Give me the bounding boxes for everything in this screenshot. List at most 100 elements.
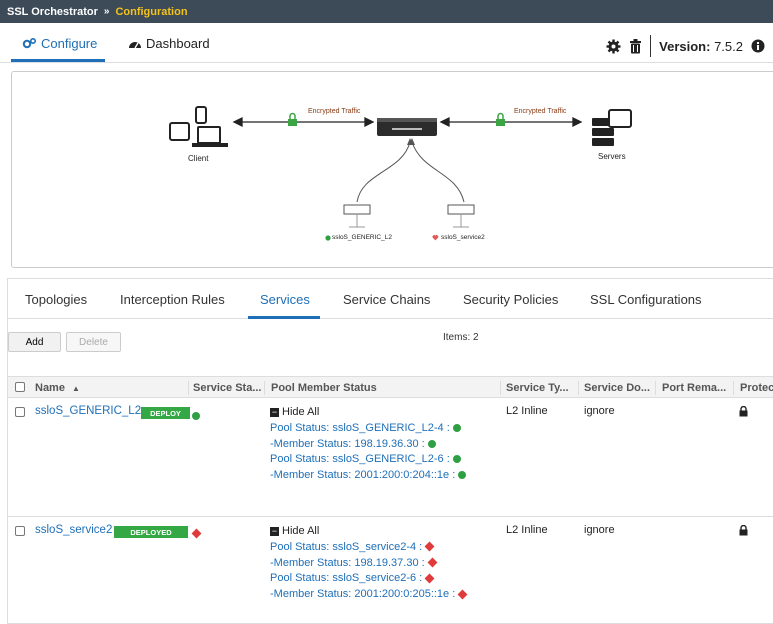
delete-button[interactable]: Delete [66,332,121,352]
tab-service-chains[interactable]: Service Chains [343,292,430,307]
active-tab-indicator [11,59,105,62]
lock-left-icon [288,112,297,126]
member-status-text: -Member Status: 2001:200:0:205::1e : [270,588,456,601]
table-row[interactable]: ssloS_GENERIC_L2 DEPLOY − Hide All Pool … [8,398,773,517]
member-status-line: -Member Status: 198.19.36.30 : [270,437,466,453]
col-divider [188,381,189,395]
pool-status-text: Pool Status: ssloS_service2-4 : [270,540,423,553]
tab-configure[interactable]: Configure [22,36,97,51]
row-checkbox[interactable] [15,407,25,417]
main-header: Configure Dashboard Version: 7.5.2 [0,23,773,63]
hide-all-toggle[interactable]: − Hide All [270,405,466,421]
col-divider [500,381,501,395]
select-all-checkbox[interactable] [15,382,25,392]
service-type: L2 Inline [506,405,548,417]
lock-icon [739,406,748,417]
lock-right-icon [496,112,505,126]
service1-status-dot [325,235,331,241]
dashboard-icon [129,41,141,48]
member-status-text: -Member Status: 198.19.37.30 : [270,556,425,569]
status-badge: DEPLOYED [114,526,188,538]
pool-status-line: Pool Status: ssloS_GENERIC_L2-6 : [270,452,466,468]
col-name[interactable]: Name ▲ [35,382,80,394]
header-divider [650,35,652,57]
service2-device-icon [447,204,475,228]
minus-icon: − [270,526,279,537]
encrypted-traffic-left: Encrypted Traffic [308,108,361,115]
status-ok-icon [458,471,467,480]
member-status-text: -Member Status: 2001:200:0:204::1e : [270,469,456,482]
pool-status-line: Pool Status: ssloS_service2-6 : [270,571,467,587]
service2-status-heart [432,235,439,241]
link-appliance-servers [439,116,583,128]
col-service-type[interactable]: Service Ty... [506,382,569,394]
client-devices-icon [169,106,228,147]
version-label: Version: [659,38,711,54]
service1-device-icon [343,204,371,228]
status-error-icon [457,589,468,600]
tab-configure-label: Configure [41,36,98,51]
col-name-label: Name [35,382,65,394]
tab-dashboard[interactable]: Dashboard [128,36,210,51]
col-port-remap[interactable]: Port Rema... [662,382,726,394]
hide-all-label: Hide All [282,525,320,537]
col-divider [264,381,265,395]
member-status-line: -Member Status: 2001:200:0:205::1e : [270,587,468,603]
sort-asc-icon: ▲ [72,384,80,393]
col-divider [655,381,656,395]
row-checkbox[interactable] [15,526,25,536]
trash-icon[interactable] [629,38,642,54]
breadcrumb-app[interactable]: SSL Orchestrator [7,6,98,18]
status-ok-icon [427,439,436,448]
service-down-action: ignore [584,405,615,417]
servers-label: Servers [598,152,626,161]
gear-icon[interactable] [606,39,621,54]
pool-member-status: − Hide All Pool Status: ssloS_GENERIC_L2… [270,405,467,484]
pool-status-line: Pool Status: ssloS_service2-4 : [270,540,467,556]
add-button[interactable]: Add [8,332,61,352]
col-service-status[interactable]: Service Sta... [193,382,262,394]
link-client-appliance [232,116,375,128]
member-status-line: -Member Status: 198.19.37.30 : [270,556,467,572]
service-links [356,141,465,203]
col-pool-member-status[interactable]: Pool Member Status [271,382,377,394]
member-status-text: -Member Status: 198.19.36.30 : [270,437,425,450]
tab-ssl-configurations[interactable]: SSL Configurations [590,292,702,307]
info-icon[interactable] [751,39,765,53]
service2-label[interactable]: ssloS_service2 [441,234,485,241]
col-divider [733,381,734,395]
service-status-error-icon [191,526,202,540]
tab-topologies[interactable]: Topologies [25,292,87,307]
hide-all-label: Hide All [282,406,320,418]
status-error-icon [424,541,435,552]
status-error-icon [424,573,435,584]
services-panel: Topologies Interception Rules Services S… [7,278,773,624]
items-count: Items: 2 [443,332,479,343]
table-row[interactable]: ssloS_service2 DEPLOYED − Hide All Pool … [8,517,773,624]
hide-all-toggle[interactable]: − Hide All [270,524,467,540]
service-type: L2 Inline [506,524,548,536]
member-status-line: -Member Status: 2001:200:0:204::1e : [270,468,467,484]
service-name-link[interactable]: ssloS_service2 [35,524,112,536]
pool-status-text: Pool Status: ssloS_service2-6 : [270,572,423,585]
tab-services[interactable]: Services [260,292,310,307]
col-protector[interactable]: Protec [740,382,773,394]
col-service-down[interactable]: Service Do... [584,382,650,394]
header-tools: Version: 7.5.2 [606,35,765,57]
pool-member-status: − Hide All Pool Status: ssloS_service2-4… [270,524,468,603]
active-subtab-indicator [248,316,320,319]
pool-status-text: Pool Status: ssloS_GENERIC_L2-6 : [270,453,450,466]
table-header: Name ▲ Service Sta... Pool Member Status… [8,376,773,398]
status-ok-icon [452,455,461,464]
col-divider [578,381,579,395]
service1-label[interactable]: ssloS_GENERIC_L2 [332,234,392,241]
tab-security-policies[interactable]: Security Policies [463,292,558,307]
service-name-link[interactable]: ssloS_GENERIC_L2 [35,405,141,417]
status-badge: DEPLOY [141,407,190,419]
tab-interception-rules[interactable]: Interception Rules [120,292,225,307]
breadcrumb: SSL Orchestrator » Configuration [0,0,773,23]
sub-tab-bar: Topologies Interception Rules Services S… [8,279,773,319]
pool-status-line: Pool Status: ssloS_GENERIC_L2-4 : [270,421,466,437]
breadcrumb-separator: » [103,6,110,17]
version-value: 7.5.2 [714,38,743,54]
